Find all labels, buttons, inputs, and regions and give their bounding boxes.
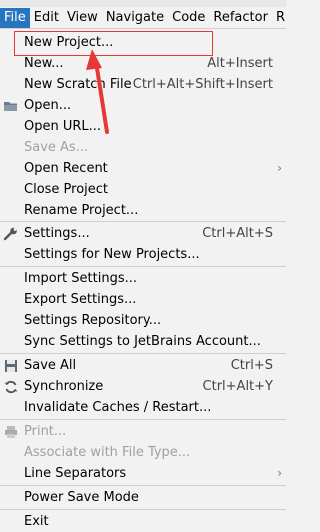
annotation-arrow	[86, 49, 109, 134]
